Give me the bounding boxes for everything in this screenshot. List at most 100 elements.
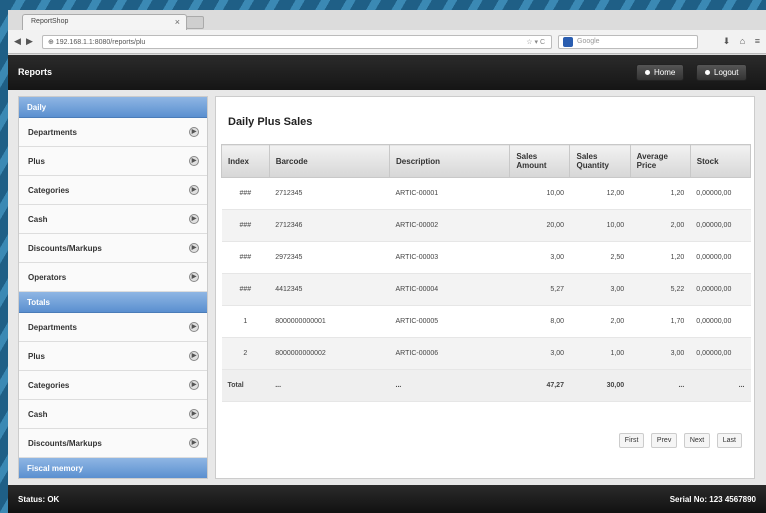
- prev-page-button[interactable]: Prev: [650, 433, 678, 448]
- logout-button[interactable]: Logout: [696, 64, 748, 81]
- chevron-right-icon: ▶: [189, 243, 199, 253]
- url-text: ⊕ 192.168.1.1:8080/reports/plu: [48, 39, 146, 46]
- cell-sales-quantity: 3,00: [569, 273, 631, 306]
- forward-icon[interactable]: ▶: [26, 36, 33, 47]
- column-header-index[interactable]: Index: [221, 144, 270, 178]
- sidebar-item-discounts[interactable]: Discounts/Markups ▶: [19, 234, 207, 263]
- home-button[interactable]: Home: [636, 64, 685, 81]
- sidebar-section-daily[interactable]: Daily: [19, 97, 207, 118]
- column-header-sales-quantity[interactable]: Sales Quantity: [569, 144, 631, 178]
- browser-tab-title: ReportShop: [31, 18, 69, 25]
- sidebar-item-label: Operators: [28, 273, 67, 282]
- cell-sales-amount: 3,00: [509, 241, 570, 274]
- cell-total-stock: ...: [690, 369, 751, 402]
- cell-stock: 0,00000,00: [690, 177, 751, 210]
- cell-sales-amount: 20,00: [509, 209, 570, 242]
- chevron-right-icon: ▶: [189, 380, 199, 390]
- first-page-button[interactable]: First: [618, 433, 645, 448]
- next-page-button[interactable]: Next: [683, 433, 711, 448]
- cell-total-barcode: ...: [269, 369, 390, 402]
- table-row[interactable]: ### 2712345 ARTIC-00001 10,00 12,00 1,20…: [221, 177, 751, 210]
- cell-description: ARTIC-00005: [389, 305, 510, 338]
- status-text: Status: OK: [18, 495, 60, 504]
- cell-description: ARTIC-00002: [389, 209, 510, 242]
- chevron-right-icon: ▶: [189, 351, 199, 361]
- cell-barcode: 2712345: [269, 177, 390, 210]
- cell-total-label: Total: [221, 369, 270, 402]
- sidebar-item-discounts[interactable]: Discounts/Markups ▶: [19, 429, 207, 458]
- sidebar-item-plus[interactable]: Plus ▶: [19, 147, 207, 176]
- chevron-right-icon: ▶: [189, 185, 199, 195]
- cell-sales-amount: 8,00: [509, 305, 570, 338]
- close-tab-icon[interactable]: ×: [175, 17, 180, 27]
- column-header-stock[interactable]: Stock: [689, 144, 752, 178]
- cell-average-price: 1,20: [630, 177, 691, 210]
- sidebar-item-label: Cash: [28, 410, 48, 419]
- app-footer: Status: OK Serial No: 123 4567890: [8, 485, 766, 513]
- cell-average-price: 2,00: [630, 209, 691, 242]
- sidebar-item-cash[interactable]: Cash ▶: [19, 205, 207, 234]
- sidebar-section-fiscal-memory[interactable]: Fiscal memory: [19, 458, 207, 478]
- main-panel: Daily Plus Sales Index Barcode Descripti…: [215, 96, 755, 479]
- table-row[interactable]: ### 2972345 ARTIC-00003 3,00 2,50 1,20 0…: [221, 241, 751, 274]
- logout-label: Logout: [714, 68, 739, 77]
- cell-barcode: 2972345: [269, 241, 390, 274]
- sidebar-item-departments[interactable]: Departments ▶: [19, 313, 207, 342]
- chevron-right-icon: ▶: [189, 156, 199, 166]
- cell-index: 1: [221, 305, 270, 338]
- column-header-average-price[interactable]: Average Price: [629, 144, 691, 178]
- page-title: Daily Plus Sales: [228, 116, 313, 128]
- browser-navbar: ◀ ▶ ⊕ 192.168.1.1:8080/reports/plu ☆ ▾ C…: [8, 30, 766, 54]
- search-engine-icon[interactable]: [563, 37, 573, 47]
- address-bar[interactable]: ⊕ 192.168.1.1:8080/reports/plu ☆ ▾ C: [42, 35, 552, 49]
- app-title: Reports: [18, 67, 53, 77]
- sidebar-item-label: Categories: [28, 381, 70, 390]
- sidebar-item-cash[interactable]: Cash ▶: [19, 400, 207, 429]
- sidebar-item-plus[interactable]: Plus ▶: [19, 342, 207, 371]
- table-row[interactable]: ### 4412345 ARTIC-00004 5,27 3,00 5,22 0…: [221, 273, 751, 306]
- sidebar-item-operators[interactable]: Operators ▶: [19, 263, 207, 292]
- cell-index: 2: [221, 337, 270, 370]
- sidebar-item-label: Discounts/Markups: [28, 244, 102, 253]
- browser-tab[interactable]: ReportShop ×: [22, 14, 187, 30]
- new-tab-button[interactable]: [186, 16, 204, 29]
- sidebar-section-totals[interactable]: Totals: [19, 292, 207, 313]
- cell-sales-quantity: 2,50: [569, 241, 631, 274]
- cell-stock: 0,00000,00: [690, 305, 751, 338]
- cell-index: ###: [221, 241, 270, 274]
- back-icon[interactable]: ◀: [14, 36, 21, 47]
- cell-sales-quantity: 1,00: [569, 337, 631, 370]
- cell-sales-quantity: 12,00: [569, 177, 631, 210]
- cell-stock: 0,00000,00: [690, 273, 751, 306]
- chevron-right-icon: ▶: [189, 322, 199, 332]
- last-page-button[interactable]: Last: [716, 433, 742, 448]
- browser-search-input[interactable]: Google: [558, 35, 698, 49]
- sidebar-item-label: Plus: [28, 352, 45, 361]
- cell-description: ARTIC-00004: [389, 273, 510, 306]
- sidebar: Daily Departments ▶ Plus ▶ Categories ▶ Cas…: [18, 96, 208, 479]
- table-row[interactable]: 2 8000000000002 ARTIC-00006 3,00 1,00 3,…: [221, 337, 751, 370]
- menu-icon[interactable]: ≡: [755, 36, 760, 46]
- cell-total-sales-amount: 47,27: [509, 369, 570, 402]
- cell-total-description: ...: [389, 369, 510, 402]
- cell-stock: 0,00000,00: [690, 241, 751, 274]
- table-row[interactable]: 1 8000000000001 ARTIC-00005 8,00 2,00 1,…: [221, 305, 751, 338]
- logout-icon: [705, 70, 710, 76]
- sidebar-item-categories[interactable]: Categories ▶: [19, 371, 207, 400]
- url-controls[interactable]: ☆ ▾ C: [526, 38, 545, 46]
- home-label: Home: [654, 68, 676, 77]
- column-header-barcode[interactable]: Barcode: [268, 144, 391, 178]
- chevron-right-icon: ▶: [189, 438, 199, 448]
- pagination: First Prev Next Last: [615, 433, 742, 448]
- search-placeholder: Google: [577, 38, 600, 45]
- home-icon[interactable]: ⌂: [740, 36, 745, 46]
- sidebar-item-departments[interactable]: Departments ▶: [19, 118, 207, 147]
- sidebar-item-label: Plus: [28, 157, 45, 166]
- cell-stock: 0,00000,00: [690, 209, 751, 242]
- table-row[interactable]: ### 2712346 ARTIC-00002 20,00 10,00 2,00…: [221, 209, 751, 242]
- home-icon: [645, 70, 650, 76]
- column-header-description[interactable]: Description: [389, 144, 511, 178]
- download-icon[interactable]: ⬇: [723, 36, 731, 46]
- column-header-sales-amount[interactable]: Sales Amount: [509, 144, 571, 178]
- sidebar-item-categories[interactable]: Categories ▶: [19, 176, 207, 205]
